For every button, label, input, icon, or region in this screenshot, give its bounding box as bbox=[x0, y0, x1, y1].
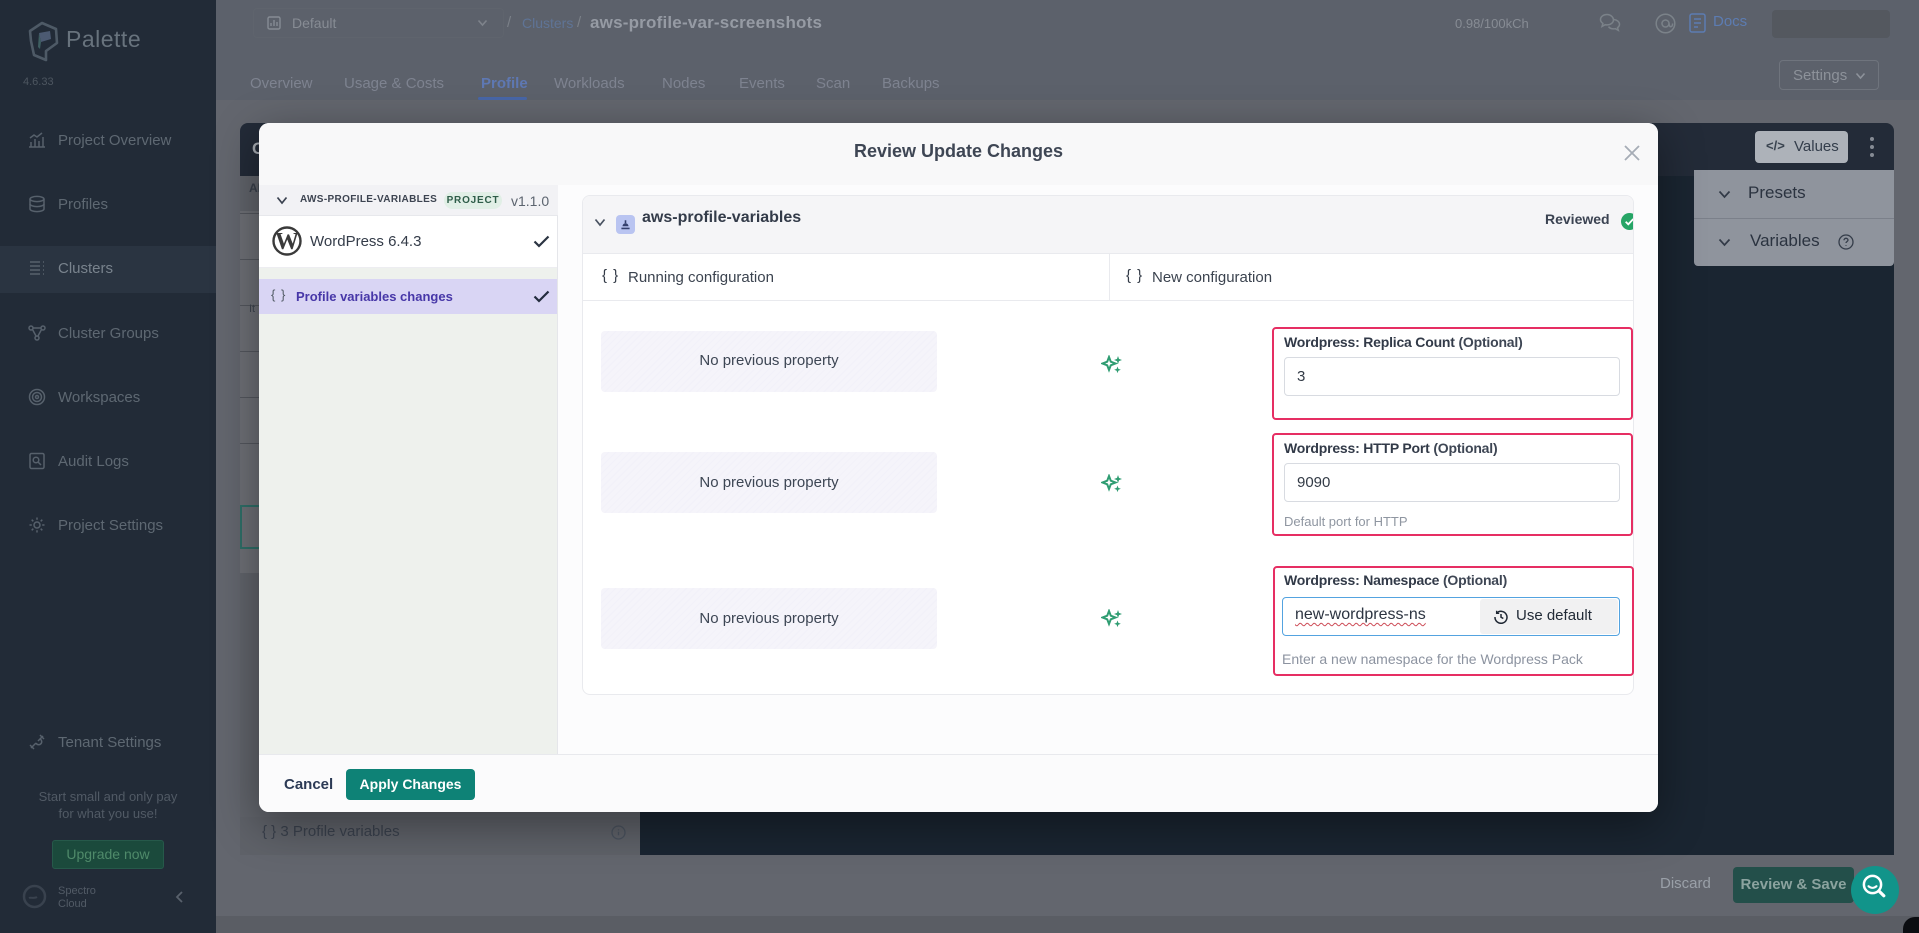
svg-text:W: W bbox=[275, 229, 299, 255]
